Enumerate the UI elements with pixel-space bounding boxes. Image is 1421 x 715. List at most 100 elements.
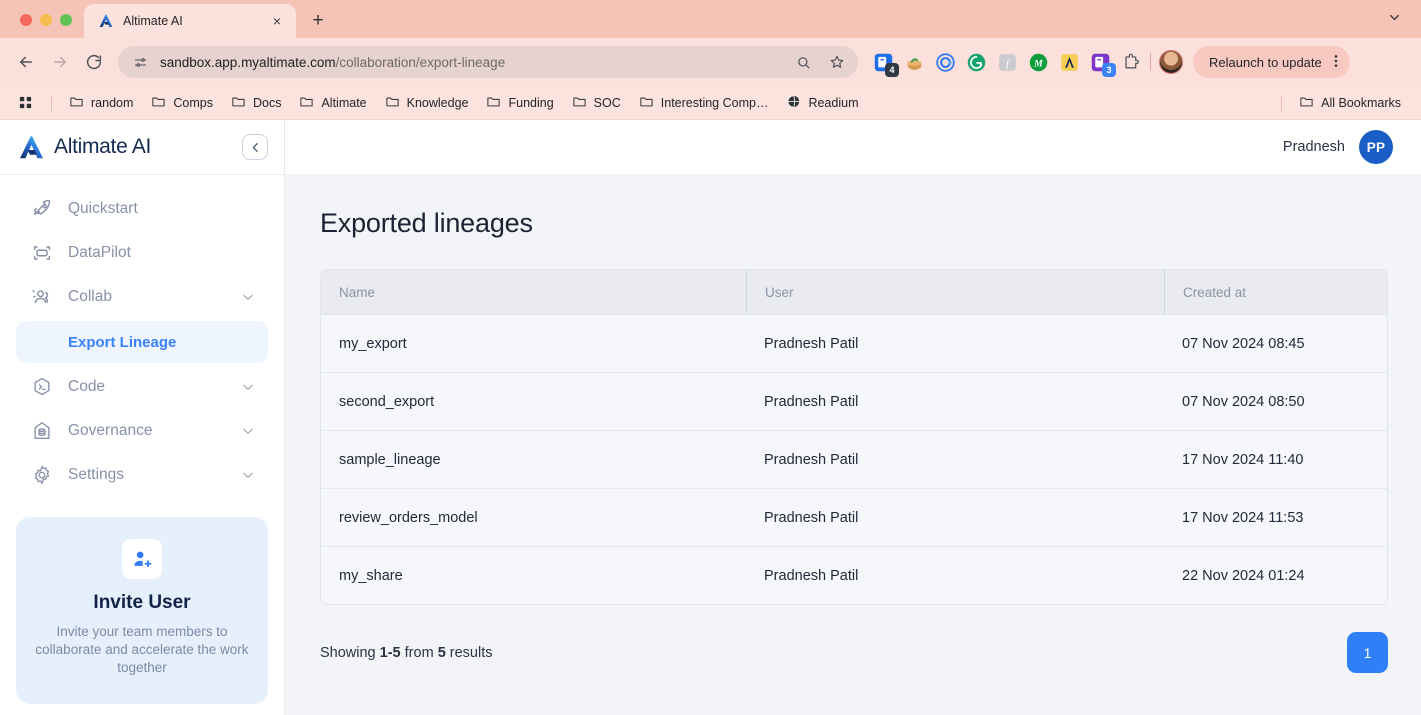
sidebar-item-code[interactable]: Code — [16, 365, 268, 409]
folder-icon — [1299, 94, 1314, 112]
star-icon[interactable] — [824, 49, 850, 75]
relaunch-to-update-button[interactable]: Relaunch to update — [1193, 46, 1350, 78]
fontanello-extension-icon[interactable]: f — [996, 51, 1018, 73]
bookmark-divider — [51, 94, 52, 111]
bookmark-item-soc[interactable]: SOC — [564, 91, 629, 115]
user-name: Pradnesh — [1282, 139, 1345, 155]
search-icon[interactable] — [790, 49, 816, 75]
results-summary: Showing 1-5 from 5 results — [320, 645, 493, 661]
sidebar-item-quickstart[interactable]: Quickstart — [16, 187, 268, 231]
all-bookmarks-button[interactable]: All Bookmarks — [1291, 91, 1409, 115]
maximize-window-button[interactable] — [60, 14, 72, 26]
tab-title: Altimate AI — [123, 14, 183, 28]
folder-icon — [385, 94, 400, 112]
address-bar[interactable]: sandbox.app.myaltimate.com/collaboration… — [118, 46, 858, 78]
extensions-puzzle-icon[interactable] — [1120, 51, 1142, 73]
minimize-window-button[interactable] — [40, 14, 52, 26]
sidebar-item-governance[interactable]: Governance — [16, 409, 268, 453]
sidebar-item-label: Collab — [68, 288, 112, 305]
content-area: Exported lineages Name User Created at m… — [285, 175, 1421, 715]
bookmark-label: Funding — [508, 95, 554, 110]
sidebar-item-datapilot[interactable]: DataPilot — [16, 231, 268, 275]
sidebar-collapse-button[interactable] — [242, 134, 268, 160]
page-title: Exported lineages — [320, 208, 533, 238]
table-footer: Showing 1-5 from 5 results 1 — [320, 632, 1388, 673]
sidebar-item-settings[interactable]: Settings — [16, 453, 268, 497]
altimate-extension-icon[interactable] — [1058, 51, 1080, 73]
sidebar-item-label: Settings — [68, 466, 125, 483]
bookmark-item-docs[interactable]: Docs — [223, 91, 289, 115]
chevron-down-icon[interactable] — [1381, 4, 1407, 30]
folder-icon — [572, 94, 587, 112]
back-arrow-icon[interactable] — [10, 46, 42, 78]
close-tab-button[interactable]: × — [268, 12, 286, 30]
bookmark-item-altimate[interactable]: Altimate — [291, 91, 374, 115]
altimate-logo-icon — [18, 134, 45, 161]
showing-total: 5 — [437, 644, 446, 661]
top-bar: Pradnesh PP — [285, 120, 1421, 175]
bookmark-item-funding[interactable]: Funding — [478, 91, 561, 115]
sidebar-nav: Quickstart DataPilot Collab Export Linea… — [0, 175, 284, 497]
pagination-page-1-button[interactable]: 1 — [1347, 632, 1388, 673]
sidebar-item-export-lineage[interactable]: Export Lineage — [16, 321, 268, 363]
globe-icon — [786, 94, 801, 112]
cell-name: second_export — [339, 393, 435, 410]
window-controls — [0, 14, 84, 38]
avatar[interactable]: PP — [1359, 130, 1393, 164]
forward-arrow-icon[interactable] — [44, 46, 76, 78]
invite-user-card[interactable]: Invite User Invite your team members to … — [16, 517, 268, 704]
sidebar-item-collab[interactable]: Collab — [16, 275, 268, 319]
table-row[interactable]: my_export Pradnesh Patil 07 Nov 2024 08:… — [321, 314, 1387, 372]
cell-user: Pradnesh Patil — [764, 335, 859, 352]
table-row[interactable]: my_share Pradnesh Patil 22 Nov 2024 01:2… — [321, 546, 1387, 604]
rocket-icon — [30, 197, 54, 221]
site-settings-icon[interactable] — [128, 50, 152, 74]
kebab-menu-icon[interactable] — [1328, 53, 1344, 72]
bookmark-item-comps[interactable]: Comps — [143, 91, 221, 115]
showing-suffix: results — [445, 644, 493, 661]
cell-name: my_share — [339, 567, 403, 584]
bookmark-item-readium[interactable]: Readium — [778, 91, 866, 115]
chevron-down-icon[interactable] — [240, 467, 256, 483]
folder-icon — [639, 94, 654, 112]
cell-user: Pradnesh Patil — [764, 393, 859, 410]
bookmark-label: random — [91, 95, 134, 110]
chevron-down-icon[interactable] — [240, 423, 256, 439]
table-row[interactable]: sample_lineage Pradnesh Patil 17 Nov 202… — [321, 430, 1387, 488]
column-header-name[interactable]: Name — [321, 270, 746, 314]
bookmark-label: Readium — [808, 95, 859, 110]
sidebar-subitem-label: Export Lineage — [68, 333, 177, 351]
metamask-extension-icon[interactable]: M — [1027, 51, 1049, 73]
altimate-logo-icon — [98, 13, 114, 29]
column-header-user[interactable]: User — [746, 270, 1164, 314]
cell-created-at: 17 Nov 2024 11:40 — [1182, 451, 1304, 468]
bookmark-item-random[interactable]: random — [61, 91, 141, 115]
invite-title: Invite User — [93, 592, 191, 613]
bitwarden-extension-icon[interactable]: 4 — [872, 51, 899, 77]
honey-extension-icon[interactable] — [903, 51, 925, 73]
profile-avatar[interactable] — [1159, 50, 1183, 74]
table-row[interactable]: review_orders_model Pradnesh Patil 17 No… — [321, 488, 1387, 546]
column-header-created-at[interactable]: Created at — [1164, 270, 1387, 314]
chevron-down-icon[interactable] — [240, 379, 256, 395]
extension-strip: 4 f M 3 — [872, 51, 1142, 77]
browser-tab[interactable]: Altimate AI × — [84, 4, 296, 38]
table-row[interactable]: second_export Pradnesh Patil 07 Nov 2024… — [321, 372, 1387, 430]
chevron-down-icon[interactable] — [240, 289, 256, 305]
close-window-button[interactable] — [20, 14, 32, 26]
coda-extension-icon[interactable] — [934, 51, 956, 73]
reload-icon[interactable] — [78, 46, 110, 78]
apps-grid-icon[interactable] — [12, 90, 38, 116]
tab-strip: Altimate AI × + — [0, 0, 1421, 38]
bitwarden-secondary-extension-icon[interactable]: 3 — [1089, 51, 1116, 77]
grammarly-extension-icon[interactable] — [965, 51, 987, 73]
folder-icon — [486, 94, 501, 112]
browser-window: Altimate AI × + sandbox.app.myaltimate.c… — [0, 0, 1421, 715]
datapilot-icon — [30, 241, 54, 265]
extension-badge: 3 — [1102, 63, 1116, 77]
new-tab-button[interactable]: + — [304, 7, 332, 35]
bookmark-item-interesting-comp[interactable]: Interesting Comp… — [631, 91, 777, 115]
add-user-icon — [122, 539, 162, 579]
bookmark-item-knowledge[interactable]: Knowledge — [377, 91, 477, 115]
cell-created-at: 22 Nov 2024 01:24 — [1182, 567, 1305, 584]
